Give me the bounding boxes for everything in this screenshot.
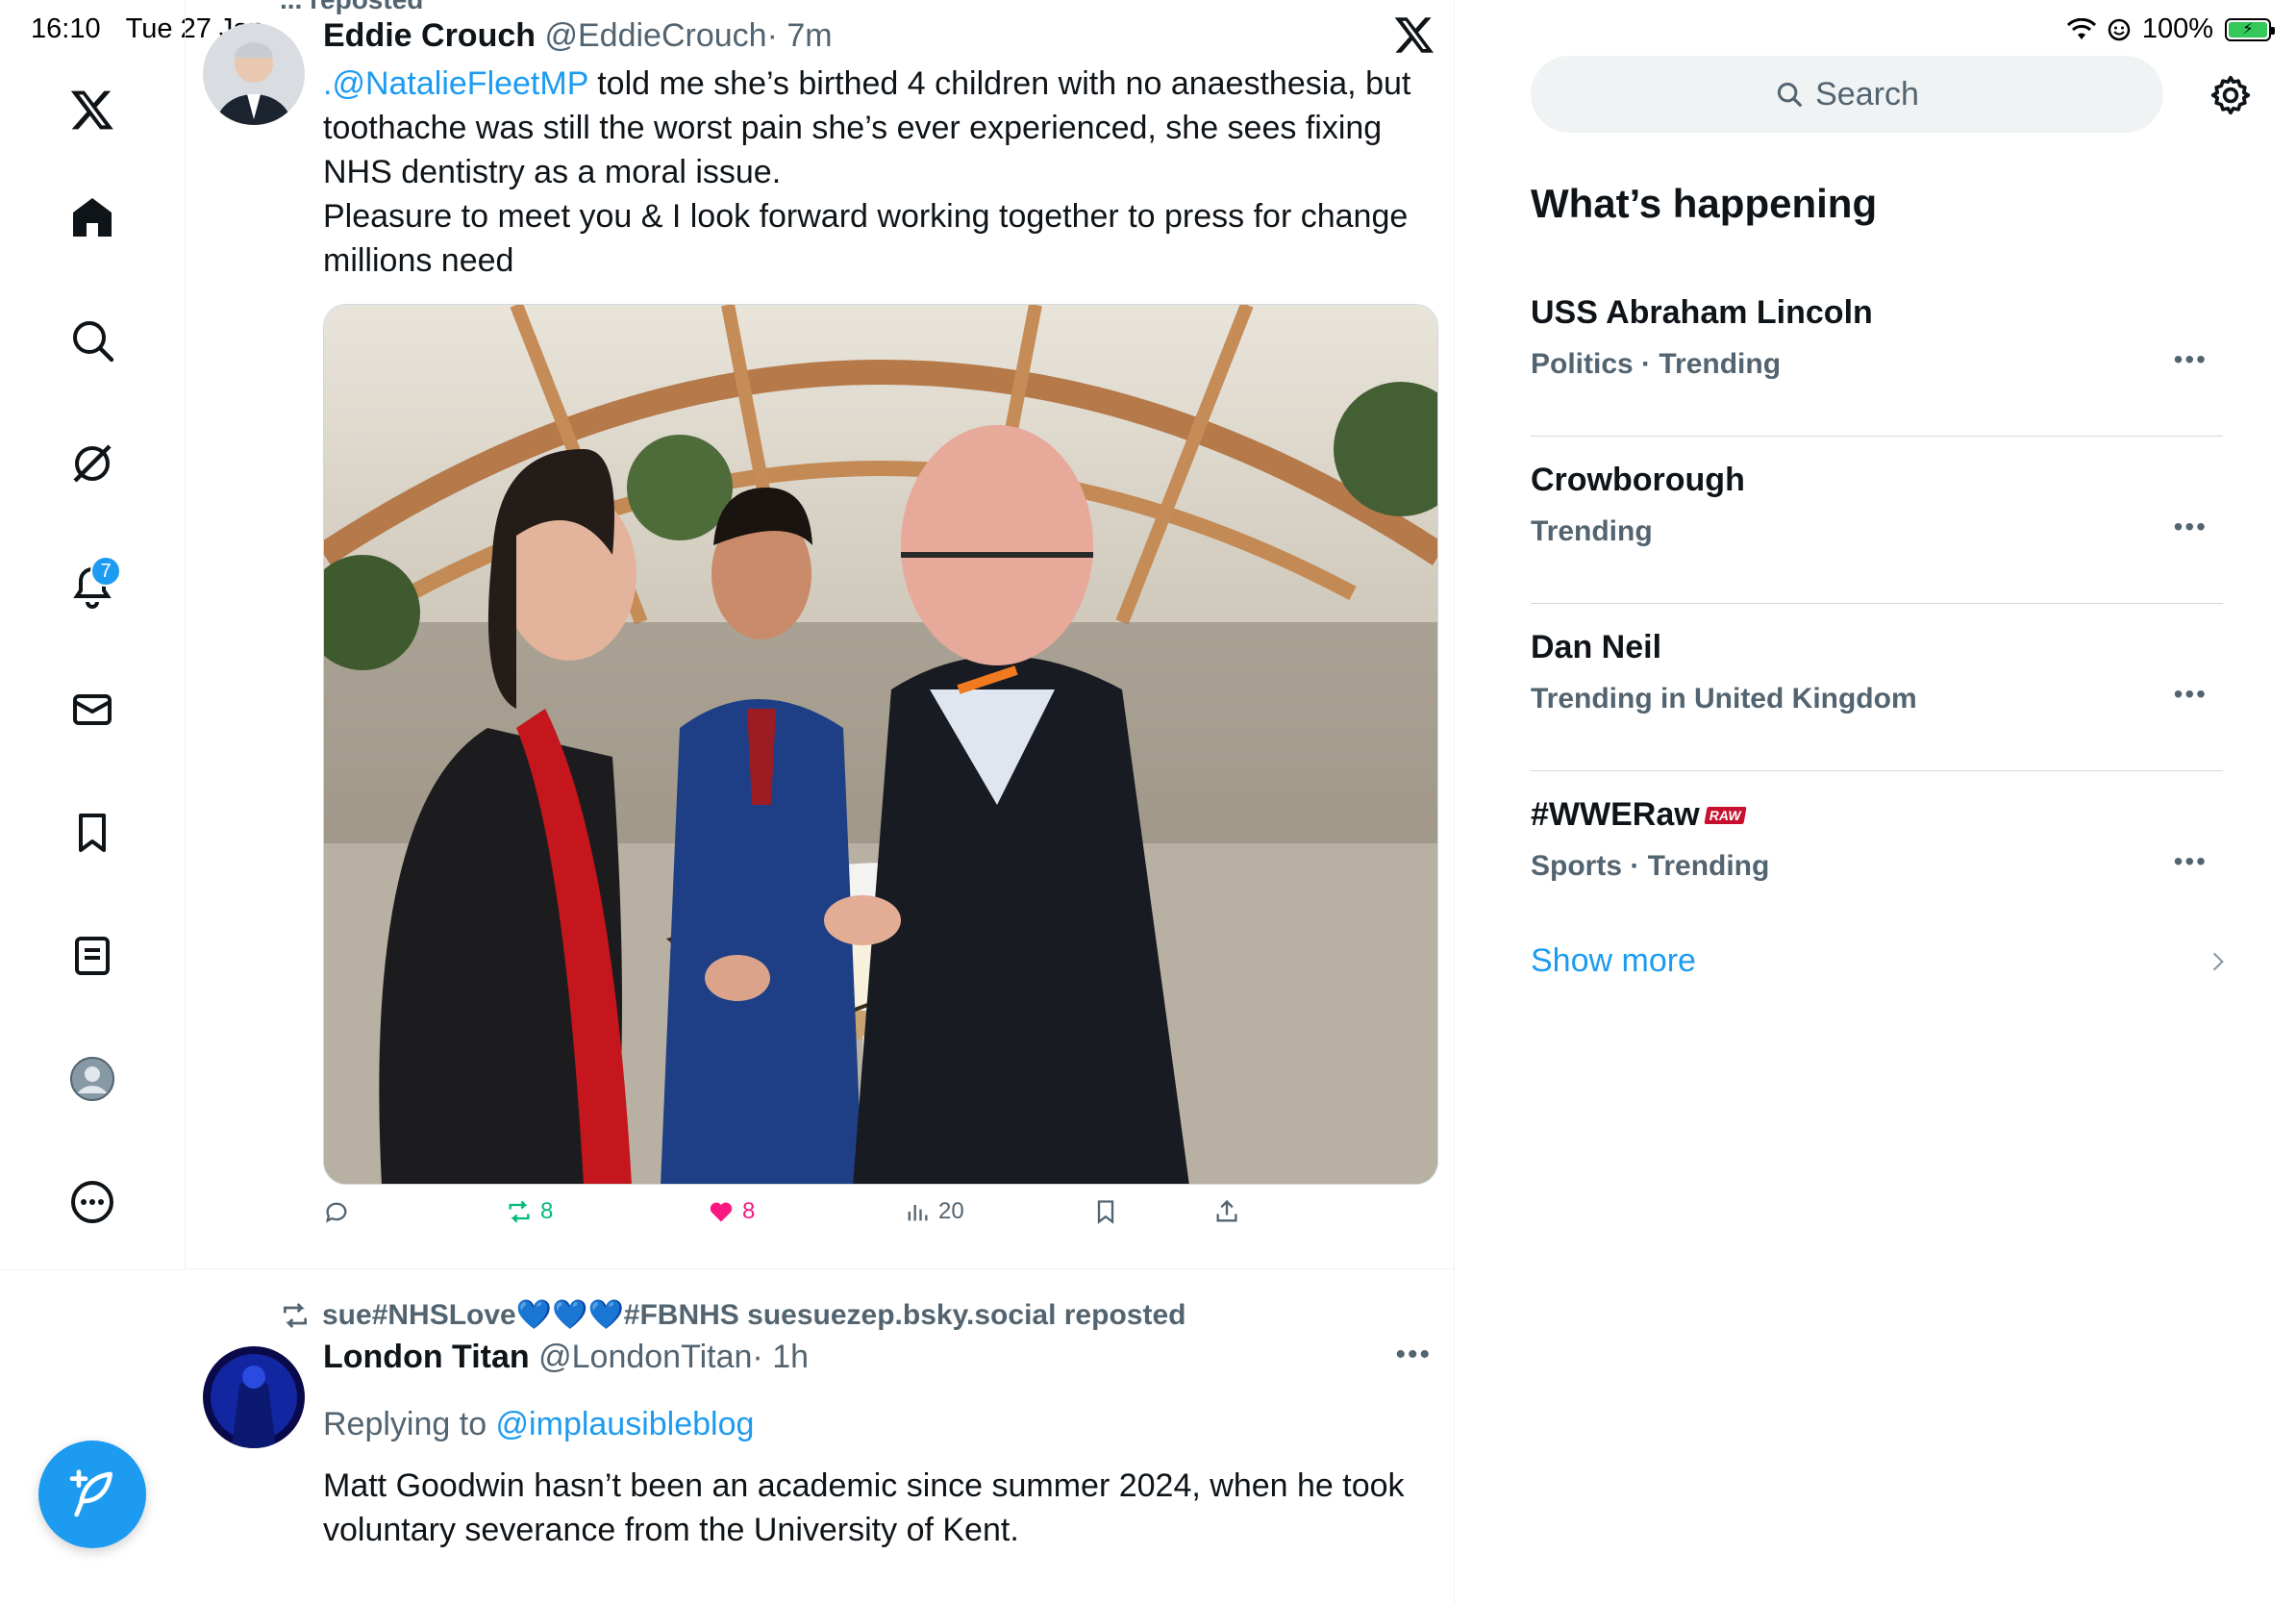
trend-name-row: #WWERaw RAW	[1531, 796, 1746, 834]
grok-icon[interactable]	[58, 429, 127, 498]
compose-feather-icon	[69, 1469, 112, 1517]
tweet-header: London Titan @LondonTitan· 1h	[323, 1339, 809, 1376]
notifications-bell-icon[interactable]: 7	[58, 552, 127, 621]
profile-avatar-icon[interactable]	[58, 1044, 127, 1114]
whats-happening-title: What’s happening	[1531, 181, 1878, 226]
mention-link[interactable]: .@NatalieFleetMP	[323, 65, 588, 102]
tweet-time: · 7m	[766, 17, 833, 54]
notifications-badge: 7	[90, 556, 121, 587]
tweet-photo[interactable]	[323, 304, 1438, 1185]
bookmark-button[interactable]	[1092, 1198, 1119, 1225]
like-count: 8	[742, 1198, 756, 1224]
tweet-text-part2: Using the title professor is dishonest o…	[323, 1596, 1429, 1604]
timeline: ... reposted Eddie Crouch @EddieCrouch· …	[187, 0, 1455, 1604]
author-handle[interactable]: @EddieCrouch	[544, 17, 766, 54]
trend-more-icon[interactable]: •••	[2174, 679, 2208, 710]
like-button[interactable]: 8	[708, 1198, 755, 1225]
tweet-card[interactable]: ... reposted Eddie Crouch @EddieCrouch· …	[187, 0, 1454, 1269]
more-options-icon[interactable]	[58, 1167, 127, 1237]
trend-item[interactable]: Dan Neil Trending in United Kingdom •••	[1531, 604, 2223, 771]
nav-divider	[0, 1269, 186, 1270]
compose-post-button[interactable]	[38, 1441, 146, 1548]
views-count: 20	[938, 1198, 964, 1224]
tweet-text-part2: Pleasure to meet you & I look forward wo…	[323, 198, 1409, 279]
trend-name: Crowborough	[1531, 462, 1745, 498]
settings-gear-icon[interactable]	[2209, 74, 2252, 116]
search-box[interactable]: Search	[1531, 56, 2163, 133]
author-name[interactable]: Eddie Crouch	[323, 17, 536, 54]
left-nav: 7	[0, 0, 186, 1269]
reply-button[interactable]	[323, 1198, 350, 1225]
search-icon[interactable]	[58, 306, 127, 375]
bookmarks-icon[interactable]	[58, 798, 127, 867]
tweet-text: Matt Goodwin hasn’t been an academic sin…	[323, 1464, 1429, 1604]
trend-meta: Trending in United Kingdom	[1531, 683, 1917, 714]
x-brand-icon	[1394, 17, 1434, 53]
search-icon	[1778, 82, 1802, 107]
tweet-more-icon[interactable]: •••	[1395, 1339, 1432, 1371]
replying-prefix: Replying to	[323, 1406, 496, 1442]
lists-icon[interactable]	[58, 921, 127, 990]
trend-item[interactable]: #WWERaw RAW Sports · Trending •••	[1531, 771, 2223, 939]
share-icon	[1216, 1199, 1237, 1222]
tweet-text-part1: Matt Goodwin hasn’t been an academic sin…	[323, 1467, 1405, 1548]
repost-context: ... reposted	[280, 0, 423, 15]
views-chart-icon	[908, 1205, 928, 1221]
author-avatar[interactable]	[203, 23, 305, 125]
show-more-link[interactable]: Show more	[1531, 942, 1696, 980]
search-placeholder: Search	[1815, 75, 1919, 113]
bookmark-icon	[1097, 1200, 1114, 1224]
repost-icon	[509, 1200, 530, 1223]
chevron-right-icon	[2212, 952, 2224, 971]
x-logo-icon[interactable]	[58, 75, 127, 144]
trend-name: USS Abraham Lincoln	[1531, 294, 1873, 331]
replying-to-mention[interactable]: @implausibleblog	[496, 1406, 755, 1442]
author-handle[interactable]: @LondonTitan	[538, 1339, 752, 1375]
author-avatar[interactable]	[203, 1346, 305, 1448]
repost-context: sue#NHSLove💙💙💙#FBNHS suesuezep.bsky.soci…	[280, 1298, 1185, 1332]
messages-envelope-icon[interactable]	[58, 675, 127, 744]
trend-name: #WWERaw	[1531, 796, 1700, 833]
trend-meta: Politics · Trending	[1531, 348, 1782, 380]
trend-item[interactable]: Crowborough Trending •••	[1531, 437, 2223, 604]
reposted-by-text[interactable]: sue#NHSLove💙💙💙#FBNHS suesuezep.bsky.soci…	[322, 1298, 1185, 1332]
repost-icon	[284, 1302, 307, 1328]
home-icon[interactable]	[58, 183, 127, 252]
trend-more-icon[interactable]: •••	[2174, 846, 2208, 877]
raw-logo-icon: RAW	[1704, 806, 1746, 824]
trend-meta: Trending	[1531, 515, 1653, 547]
trend-meta: Sports · Trending	[1531, 850, 1770, 882]
repost-count: 8	[540, 1198, 554, 1224]
tweet-text: .@NatalieFleetMP told me she’s birthed 4…	[323, 62, 1429, 283]
views-button[interactable]: 20	[904, 1198, 964, 1225]
tweet-header: Eddie Crouch @EddieCrouch· 7m	[323, 17, 833, 55]
trend-name: Dan Neil	[1531, 629, 1662, 665]
repost-button[interactable]: 8	[506, 1198, 553, 1225]
tweet-actions: 8 8 20	[323, 1198, 1246, 1237]
right-sidebar: Search What’s happening USS Abraham Linc…	[1457, 0, 2296, 1604]
tweet-card[interactable]: sue#NHSLove💙💙💙#FBNHS suesuezep.bsky.soci…	[187, 1271, 1454, 1604]
heart-icon	[710, 1202, 733, 1222]
tweet-time: · 1h	[752, 1339, 810, 1375]
share-button[interactable]	[1213, 1198, 1240, 1225]
trend-more-icon[interactable]: •••	[2174, 512, 2208, 542]
reply-bubble-icon	[325, 1202, 347, 1223]
replying-to: Replying to @implausibleblog	[323, 1406, 754, 1443]
trend-item[interactable]: USS Abraham Lincoln Politics · Trending …	[1531, 269, 2223, 437]
trend-more-icon[interactable]: •••	[2174, 344, 2208, 375]
author-name[interactable]: London Titan	[323, 1339, 530, 1375]
